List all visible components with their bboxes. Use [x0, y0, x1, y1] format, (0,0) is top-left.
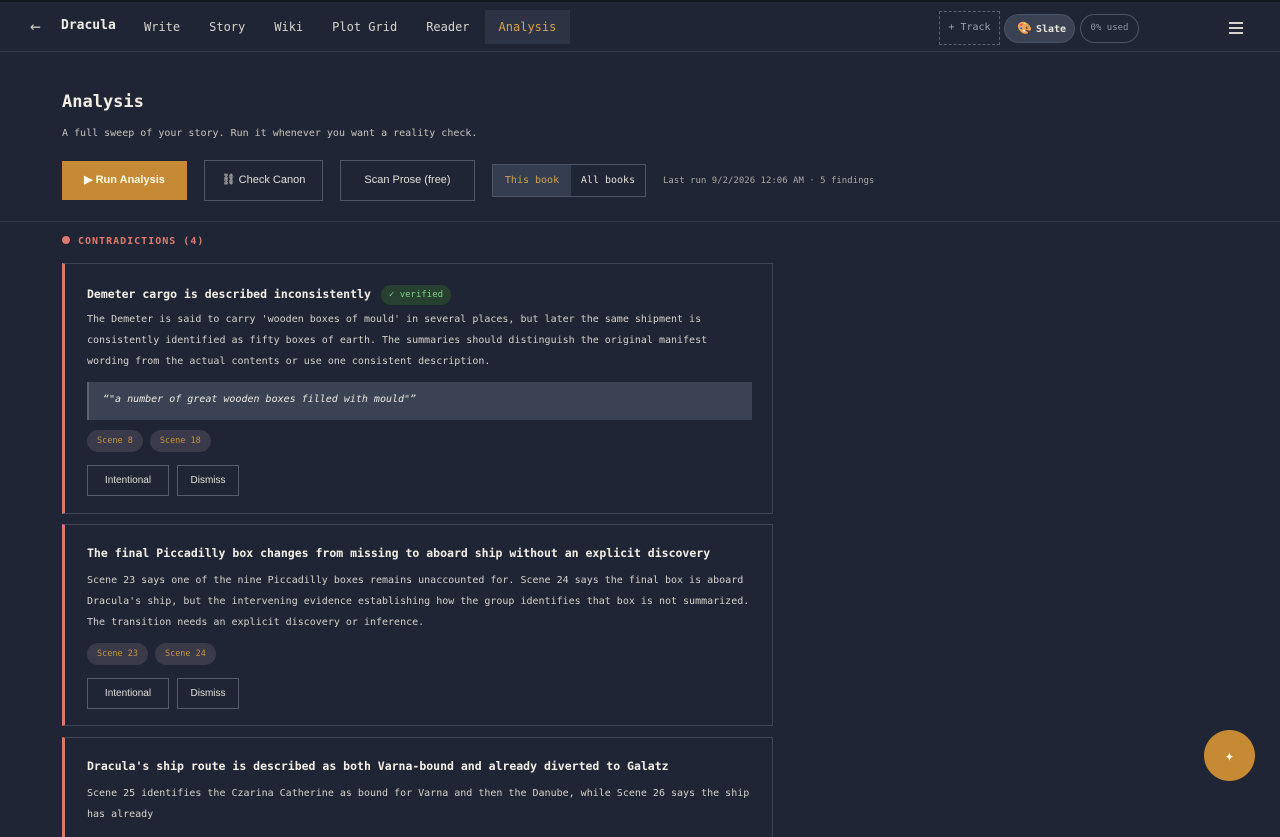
track-button[interactable]: + Track: [939, 11, 1000, 45]
dismiss-button[interactable]: Dismiss: [177, 678, 239, 709]
finding-card: Demeter cargo is described inconsistentl…: [62, 263, 773, 514]
theme-label: Slate: [1035, 24, 1067, 35]
usage-badge: 0% used: [1080, 14, 1139, 43]
page-title: Analysis: [62, 92, 144, 112]
hamburger-icon[interactable]: [1229, 22, 1243, 34]
main-nav: Write Story Wiki Plot Grid Reader Analys…: [130, 10, 571, 44]
assistant-sparkle-icon[interactable]: ✦: [1204, 730, 1255, 781]
finding-body: The Demeter is said to carry 'wooden box…: [87, 314, 708, 367]
finding-body: Scene 25 identifies the Czarina Catherin…: [87, 788, 750, 820]
scan-prose-button[interactable]: Scan Prose (free): [340, 160, 475, 201]
scene-chip[interactable]: Scene 24: [154, 643, 216, 665]
scope-all-books[interactable]: All books: [571, 165, 645, 196]
scope-this-book[interactable]: This book: [493, 165, 571, 196]
tab-analysis[interactable]: Analysis: [484, 10, 571, 44]
status-dot-icon: [62, 236, 70, 244]
finding-title: The final Piccadilly box changes from mi…: [87, 546, 711, 560]
finding-body: Scene 23 says one of the nine Piccadilly…: [87, 575, 750, 628]
check-canon-button[interactable]: ⛓ Check Canon: [204, 160, 323, 201]
book-title: Dracula: [61, 18, 116, 33]
finding-title: Dracula's ship route is described as bot…: [87, 759, 669, 773]
scene-chips: Scene 23 Scene 24: [87, 643, 223, 665]
tab-wiki[interactable]: Wiki: [260, 10, 317, 44]
section-title: CONTRADICTIONS (4): [78, 236, 205, 247]
tab-write[interactable]: Write: [130, 10, 194, 44]
last-run-status: Last run 9/2/2026 12:06 AM · 5 findings: [663, 176, 875, 186]
dismiss-button[interactable]: Dismiss: [177, 465, 239, 496]
divider: [0, 221, 1280, 222]
theme-toggle[interactable]: 🎨 Slate: [1004, 14, 1075, 43]
tab-plot-grid[interactable]: Plot Grid: [318, 10, 411, 44]
palette-icon: 🎨: [1017, 21, 1032, 35]
finding-title-text: Demeter cargo is described inconsistentl…: [87, 287, 371, 301]
finding-card: The final Piccadilly box changes from mi…: [62, 524, 773, 726]
top-bar: ← Dracula Write Story Wiki Plot Grid Rea…: [0, 0, 1280, 52]
finding-card: Dracula's ship route is described as bot…: [62, 737, 773, 837]
scene-chip[interactable]: Scene 8: [87, 430, 143, 452]
tab-story[interactable]: Story: [195, 10, 259, 44]
scene-chip[interactable]: Scene 18: [149, 430, 211, 452]
section-header-contradictions: CONTRADICTIONS (4): [62, 236, 204, 247]
finding-actions: Intentional Dismiss: [87, 678, 247, 709]
page-subtitle: A full sweep of your story. Run it whene…: [62, 128, 478, 139]
verified-badge: ✓ verified: [380, 285, 452, 305]
run-analysis-button[interactable]: ▶ Run Analysis: [62, 161, 187, 200]
scope-toggle: This book All books: [492, 164, 646, 197]
finding-actions: Intentional Dismiss: [87, 465, 247, 496]
tab-reader[interactable]: Reader: [412, 10, 483, 44]
intentional-button[interactable]: Intentional: [87, 465, 169, 496]
finding-title: Demeter cargo is described inconsistentl…: [87, 285, 452, 305]
back-arrow-icon[interactable]: ←: [30, 16, 41, 37]
intentional-button[interactable]: Intentional: [87, 678, 169, 709]
scene-chip[interactable]: Scene 23: [87, 643, 148, 665]
finding-quote: “"a number of great wooden boxes filled …: [87, 382, 752, 420]
scene-chips: Scene 8 Scene 18: [87, 430, 218, 452]
